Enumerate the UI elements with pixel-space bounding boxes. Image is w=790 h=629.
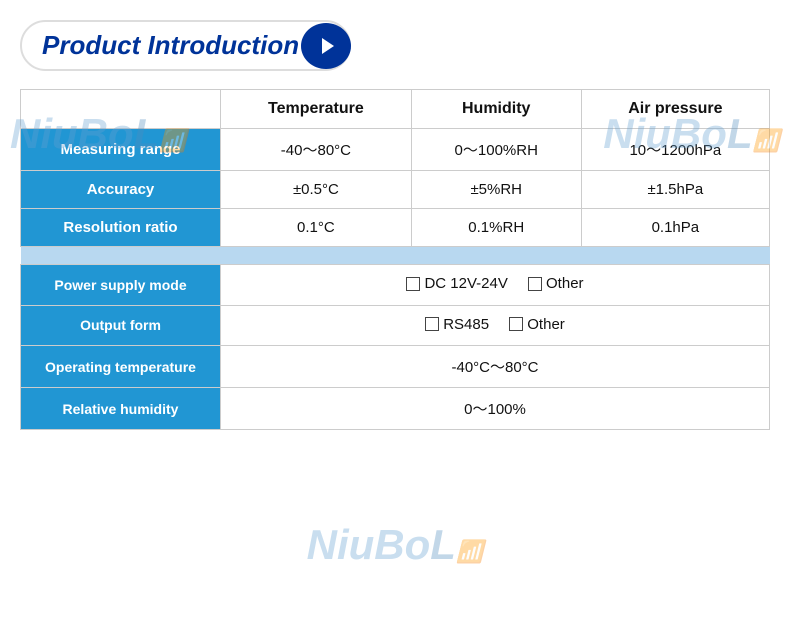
label-measuring-range: Measuring range [21, 129, 221, 171]
table-row-power-supply: Power supply mode DC 12V-24V Other [21, 265, 770, 306]
value-resolution-pressure: 0.1hPa [581, 209, 769, 247]
value-measuring-temp: -40～80°C [221, 129, 412, 171]
label-dc12v: DC 12V-24V [424, 275, 507, 292]
checkbox-other-power: Other [528, 275, 584, 292]
label-rs485: RS485 [443, 316, 489, 333]
table-row-accuracy: Accuracy ±0.5°C ±5%RH ±1.5hPa [21, 171, 770, 209]
header-air-pressure: Air pressure [581, 90, 769, 129]
value-measuring-pressure: 10～1200hPa [581, 129, 769, 171]
checkbox-other-power-box [528, 277, 542, 291]
checkbox-rs485: RS485 [425, 316, 489, 333]
checkbox-dc12v: DC 12V-24V [406, 275, 507, 292]
label-power-supply: Power supply mode [21, 265, 221, 306]
watermark-bottom: NiuBoL📶 [307, 521, 484, 569]
header-humidity: Humidity [411, 90, 581, 129]
label-resolution: Resolution ratio [21, 209, 221, 247]
checkbox-dc12v-box [406, 277, 420, 291]
table-row-output-form: Output form RS485 Other [21, 305, 770, 346]
title-box: Product Introduction [20, 20, 351, 71]
label-operating-temp: Operating temperature [21, 346, 221, 388]
separator-cell [21, 247, 770, 265]
table-row-operating-temp: Operating temperature -40°C～80°C [21, 346, 770, 388]
checkbox-other-output-box [509, 317, 523, 331]
table-row-relative-humidity: Relative humidity 0～100% [21, 388, 770, 430]
value-operating-temp: -40°C～80°C [221, 346, 770, 388]
checkbox-rs485-box [425, 317, 439, 331]
value-output-form: RS485 Other [221, 305, 770, 346]
label-output-form: Output form [21, 305, 221, 346]
table-row-resolution: Resolution ratio 0.1°C 0.1%RH 0.1hPa [21, 209, 770, 247]
title-section: Product Introduction [20, 20, 770, 71]
value-accuracy-humidity: ±5%RH [411, 171, 581, 209]
value-measuring-humidity: 0～100%RH [411, 129, 581, 171]
product-table: Temperature Humidity Air pressure Measur… [20, 89, 770, 430]
separator-row [21, 247, 770, 265]
header-temperature: Temperature [221, 90, 412, 129]
checkbox-other-output: Other [509, 316, 565, 333]
label-other-power: Other [546, 275, 584, 292]
label-other-output: Other [527, 316, 565, 333]
value-resolution-humidity: 0.1%RH [411, 209, 581, 247]
value-power-supply: DC 12V-24V Other [221, 265, 770, 306]
title-arrow-decoration [301, 23, 351, 69]
value-accuracy-temp: ±0.5°C [221, 171, 412, 209]
value-accuracy-pressure: ±1.5hPa [581, 171, 769, 209]
table-header-row: Temperature Humidity Air pressure [21, 90, 770, 129]
page-title: Product Introduction [42, 30, 299, 61]
table-row-measuring-range: Measuring range -40～80°C 0～100%RH 10～120… [21, 129, 770, 171]
value-relative-humidity: 0～100% [221, 388, 770, 430]
header-empty [21, 90, 221, 129]
page-wrapper: NiuBoL📶 NiuBoL📶 NiuBoL📶 Product Introduc… [0, 0, 790, 629]
label-relative-humidity: Relative humidity [21, 388, 221, 430]
value-resolution-temp: 0.1°C [221, 209, 412, 247]
label-accuracy: Accuracy [21, 171, 221, 209]
